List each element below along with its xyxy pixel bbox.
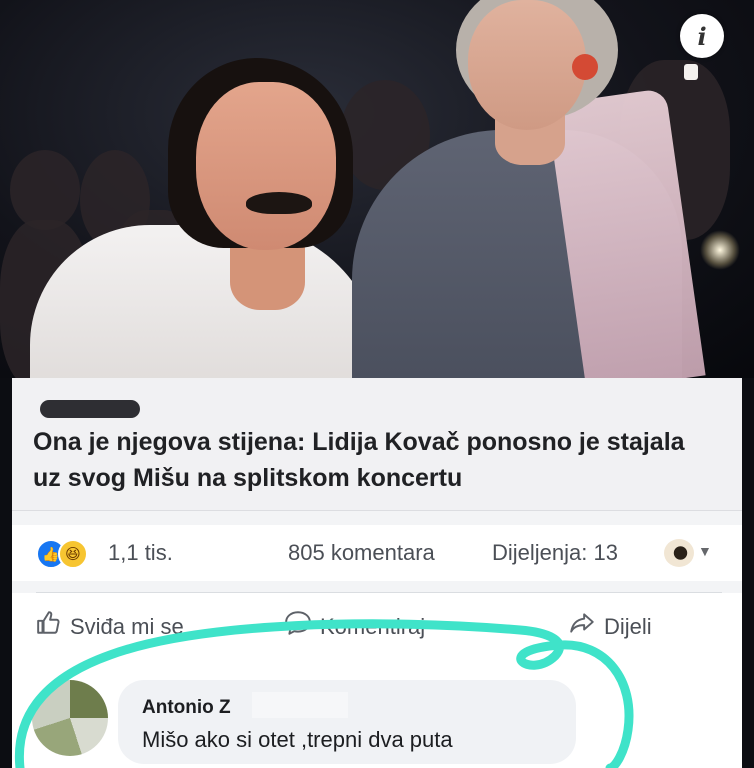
post-headline[interactable]: Ona je njegova stijena: Lidija Kovač pon… [33, 424, 713, 496]
share-button[interactable]: Dijeli [568, 610, 652, 643]
like-button[interactable]: Sviđa mi se [36, 610, 184, 643]
info-tail [684, 64, 698, 80]
info-glyph: i [697, 21, 707, 51]
share-count[interactable]: Dijeljenja: 13 [492, 540, 618, 566]
man-shirt [30, 225, 380, 378]
man-mustache [246, 192, 312, 214]
thumbs-up-icon [36, 610, 62, 643]
info-icon[interactable]: i [680, 14, 724, 58]
like-label: Sviđa mi se [70, 613, 184, 639]
comment-bubble-icon [284, 610, 312, 643]
post-photo[interactable]: i [0, 0, 754, 378]
commenter-avatar[interactable] [32, 680, 108, 756]
stage-light [700, 230, 740, 270]
flower-hairpiece [572, 54, 598, 80]
man-neck [230, 240, 305, 310]
background-crowd [10, 150, 80, 230]
redacted-source [40, 400, 140, 418]
comment-author[interactable]: Antonio Z [142, 697, 231, 719]
reaction-count[interactable]: 1,1 tis. [108, 540, 173, 566]
comment-count[interactable]: 805 komentara [288, 540, 435, 566]
comment-label: Komentiraj [320, 613, 426, 639]
haha-reaction-icon[interactable]: 😆 [58, 539, 88, 569]
share-label: Dijeli [604, 613, 652, 639]
comment-button[interactable]: Komentiraj [284, 610, 425, 643]
woman-face [468, 0, 586, 130]
page-avatar[interactable] [664, 539, 694, 567]
man-face [196, 82, 336, 250]
comment-text: Mišo ako si otet ,trepni dva puta [142, 727, 453, 752]
chevron-down-icon[interactable]: ▼ [698, 543, 712, 559]
share-arrow-icon [568, 610, 596, 643]
redacted-author-surname [252, 692, 348, 718]
